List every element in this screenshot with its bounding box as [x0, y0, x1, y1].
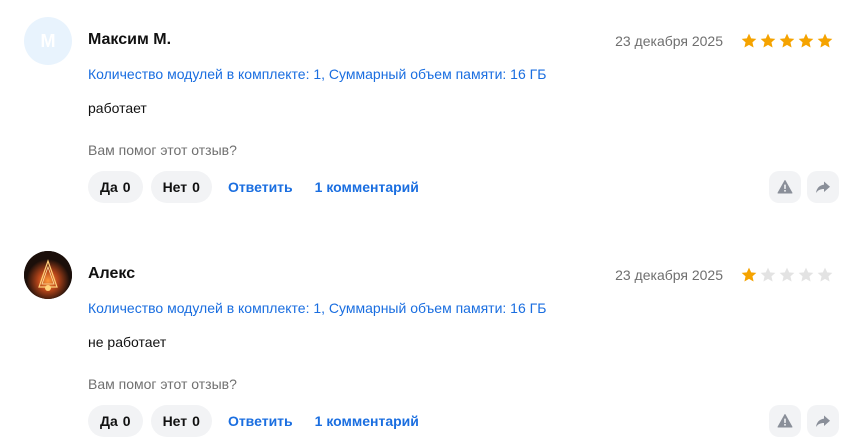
comments-link[interactable]: 1 комментарий [315, 413, 419, 429]
avatar-initial: M [40, 30, 56, 51]
star-empty-icon [817, 267, 833, 282]
avatar[interactable] [24, 251, 72, 299]
share-button[interactable] [807, 405, 839, 437]
review-params: Количество модулей в комплекте: 1, Сумма… [88, 66, 547, 82]
comments-link[interactable]: 1 комментарий [315, 179, 419, 195]
star-filled-icon [741, 267, 757, 282]
yes-count: 0 [122, 179, 131, 195]
star-empty-icon [760, 267, 776, 282]
avatar-image [24, 251, 72, 299]
rating-stars [740, 32, 834, 50]
share-arrow-icon [816, 415, 830, 427]
warning-icon [777, 414, 793, 428]
review-actions: Да 0 Нет 0 Ответить 1 комментарий [88, 405, 433, 437]
reply-link[interactable]: Ответить [228, 413, 293, 429]
star-filled-icon [779, 33, 795, 48]
warning-icon [777, 180, 793, 194]
helpful-yes-button[interactable]: Да 0 [88, 171, 143, 203]
no-count: 0 [192, 179, 200, 195]
no-count: 0 [192, 413, 200, 429]
review-date: 23 декабря 2025 [615, 267, 723, 283]
no-label: Нет [162, 413, 188, 429]
helpful-no-button[interactable]: Нет 0 [150, 405, 212, 437]
yes-label: Да [100, 179, 118, 195]
yes-label: Да [100, 413, 118, 429]
yes-count: 0 [122, 413, 131, 429]
star-filled-icon [798, 33, 814, 48]
avatar[interactable]: M [24, 17, 72, 65]
reply-link[interactable]: Ответить [228, 179, 293, 195]
helpful-yes-button[interactable]: Да 0 [88, 405, 143, 437]
review-card: M Максим М. 23 декабря 2025 Количество м… [0, 0, 866, 203]
rating-stars [740, 266, 834, 284]
share-button[interactable] [807, 171, 839, 203]
review-params: Количество модулей в комплекте: 1, Сумма… [88, 300, 547, 316]
review-author[interactable]: Алекс [88, 265, 135, 283]
review-author[interactable]: Максим М. [88, 31, 171, 49]
star-empty-icon [779, 267, 795, 282]
no-label: Нет [162, 179, 188, 195]
review-date: 23 декабря 2025 [615, 33, 723, 49]
star-filled-icon [741, 33, 757, 48]
star-empty-icon [798, 267, 814, 282]
review-actions: Да 0 Нет 0 Ответить 1 комментарий [88, 171, 433, 203]
helpful-prompt: Вам помог этот отзыв? [88, 376, 237, 392]
report-button[interactable] [769, 405, 801, 437]
star-filled-icon [817, 33, 833, 48]
review-text: не работает [88, 334, 167, 350]
helpful-prompt: Вам помог этот отзыв? [88, 142, 237, 158]
helpful-no-button[interactable]: Нет 0 [150, 171, 212, 203]
star-filled-icon [760, 33, 776, 48]
report-button[interactable] [769, 171, 801, 203]
review-card: Алекс 23 декабря 2025 Количество модулей… [0, 234, 866, 437]
share-arrow-icon [816, 181, 830, 193]
review-text: работает [88, 100, 147, 116]
